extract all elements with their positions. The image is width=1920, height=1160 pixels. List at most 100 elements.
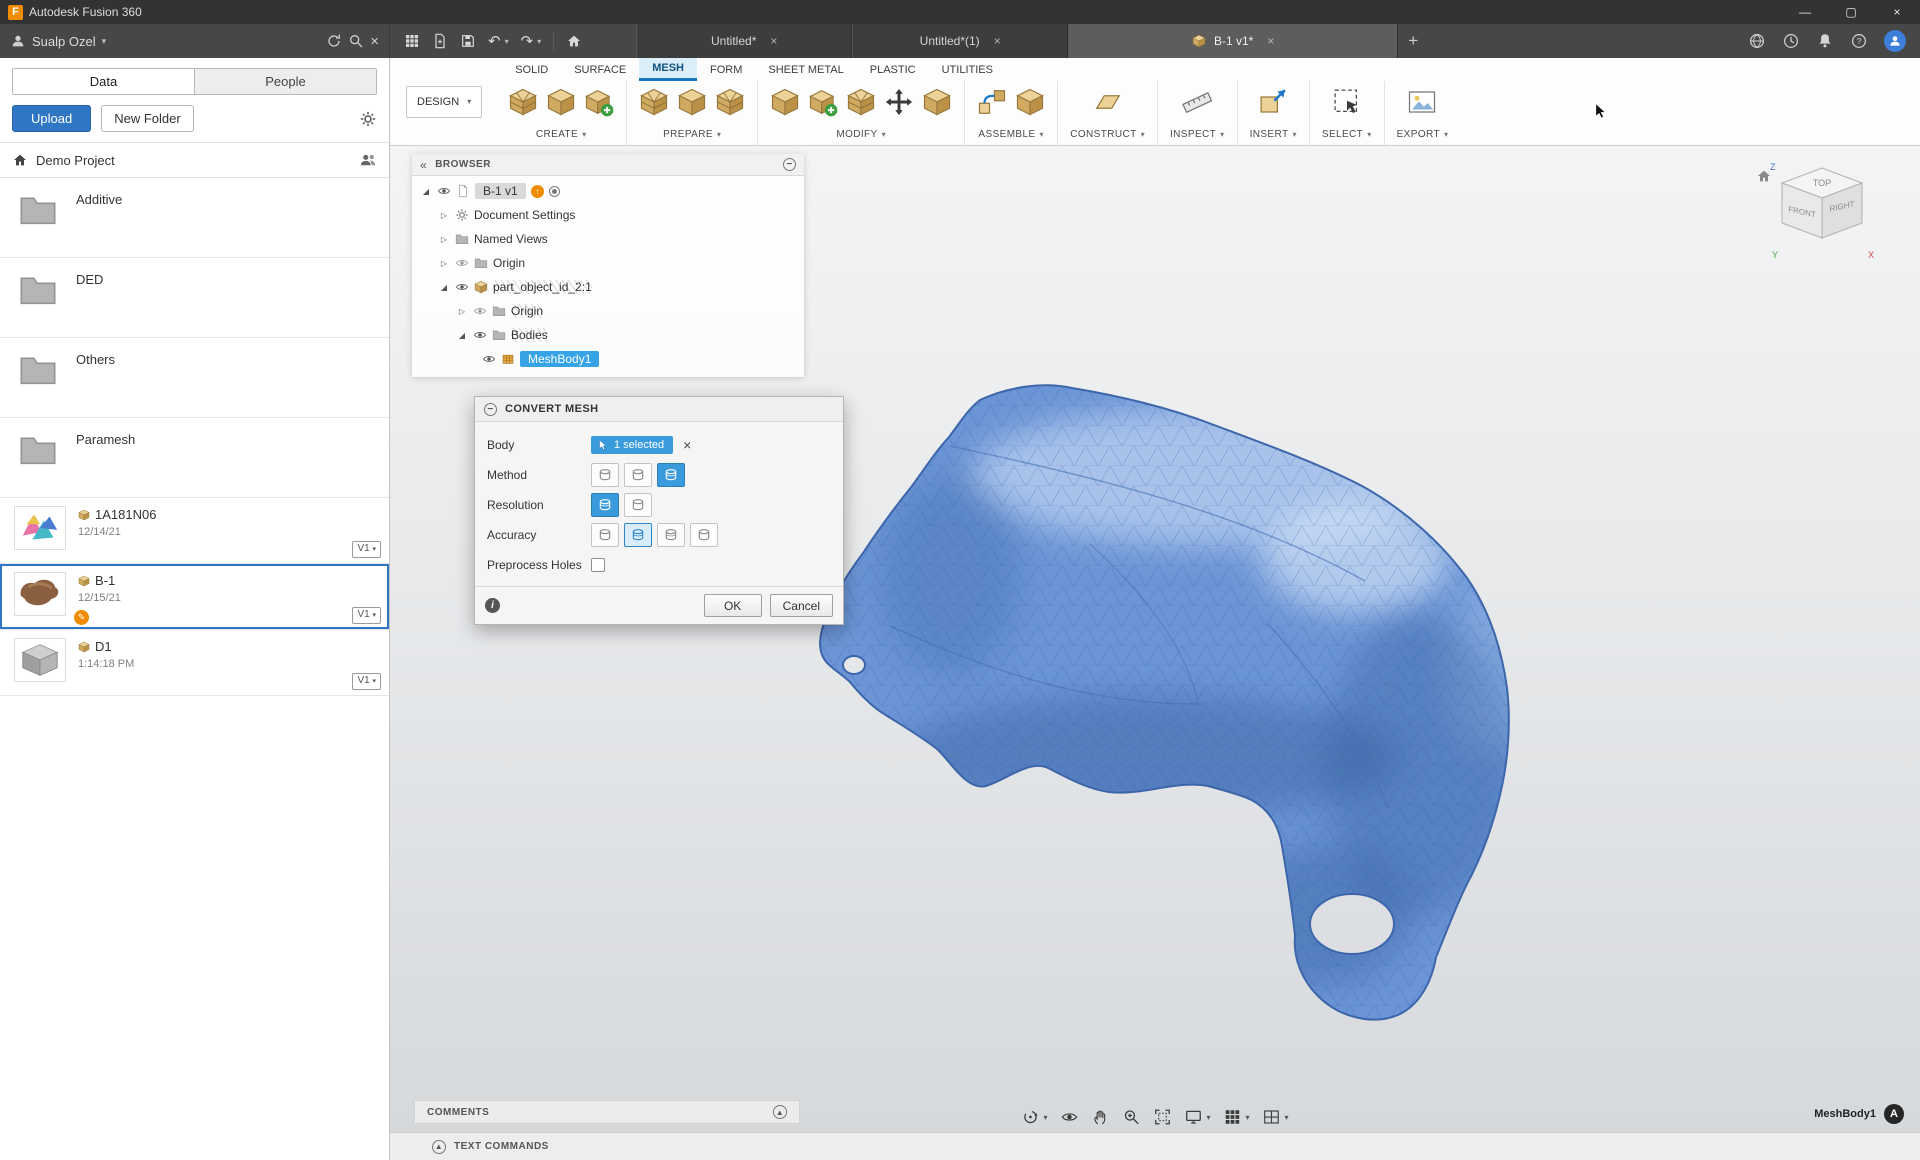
undo-icon[interactable]: ↶ [488, 32, 501, 50]
resolution-option-1-selected[interactable] [591, 493, 619, 517]
viewports-icon[interactable] [1263, 1108, 1281, 1126]
chevron-down-icon[interactable]: ▾ [1043, 1113, 1047, 1122]
tab-surface[interactable]: SURFACE [561, 58, 639, 81]
chevron-down-icon[interactable]: ▾ [1246, 1113, 1250, 1122]
item-row-d1[interactable]: D1 1:14:18 PM V1 ▾ [0, 630, 389, 696]
accuracy-option-3[interactable] [657, 523, 685, 547]
minimize-panel-icon[interactable]: − [783, 158, 796, 171]
accuracy-option-1[interactable] [591, 523, 619, 547]
insert-mesh-icon[interactable] [508, 87, 538, 117]
look-at-icon[interactable] [1060, 1108, 1078, 1126]
clear-selection-icon[interactable]: × [683, 437, 691, 453]
close-tab-icon[interactable]: × [770, 34, 777, 48]
tab-mesh[interactable]: MESH [639, 58, 697, 81]
minimize-button[interactable]: — [1782, 0, 1828, 24]
group-label[interactable]: CONSTRUCT▾ [1070, 129, 1145, 143]
tab-plastic[interactable]: PLASTIC [857, 58, 929, 81]
maximize-button[interactable]: ▢ [1828, 0, 1874, 24]
group-label[interactable]: INSERT▾ [1250, 129, 1297, 143]
doc-tab-b1-active[interactable]: B-1 v1* × [1068, 24, 1398, 58]
orbit-icon[interactable] [1021, 1108, 1039, 1126]
job-status-icon[interactable] [1782, 32, 1800, 50]
viewport-canvas[interactable]: « BROWSER − ◢ B-1 v1 ↑ ▷ [390, 146, 1920, 1132]
redo-icon[interactable]: ↷ [521, 32, 534, 50]
notifications-icon[interactable] [1816, 32, 1834, 50]
version-chip[interactable]: V1 ▾ [352, 673, 381, 690]
expand-icon[interactable]: ◢ [456, 331, 468, 340]
plane-cut-icon[interactable] [846, 87, 876, 117]
expand-icon[interactable]: ▷ [438, 259, 450, 268]
offset-icon[interactable] [922, 87, 952, 117]
upload-button[interactable]: Upload [12, 105, 91, 132]
zoom-icon[interactable] [1122, 1108, 1140, 1126]
activate-component-radio[interactable] [549, 186, 560, 197]
convert-mesh-icon[interactable] [715, 87, 745, 117]
tree-row-meshbody1[interactable]: MeshBody1 [412, 347, 804, 371]
export-icon[interactable] [1407, 87, 1437, 117]
select-tool-icon[interactable] [1332, 87, 1362, 117]
help-icon[interactable] [1850, 32, 1868, 50]
combine-icon[interactable] [808, 87, 838, 117]
version-chip[interactable]: V1 ▾ [352, 541, 381, 558]
close-panel-icon[interactable]: × [370, 33, 379, 50]
view-cube[interactable]: TOP FRONT RIGHT Z X Y [1762, 158, 1882, 268]
tab-people[interactable]: People [195, 69, 376, 94]
expand-icon[interactable]: ▷ [438, 235, 450, 244]
eye-icon[interactable] [482, 352, 496, 366]
eye-icon[interactable] [455, 256, 469, 270]
version-chip[interactable]: V1 ▾ [352, 607, 381, 624]
group-label[interactable]: CREATE▾ [536, 129, 587, 143]
eye-icon[interactable] [473, 304, 487, 318]
dialog-header[interactable]: − CONVERT MESH [475, 397, 843, 422]
item-row-b1-selected[interactable]: B-1 12/15/21 ✎ V1 ▾ [0, 564, 389, 630]
pan-icon[interactable] [1091, 1108, 1109, 1126]
expand-text-commands-icon[interactable]: ▲ [432, 1140, 446, 1154]
home-icon[interactable] [12, 152, 28, 168]
insert-icon[interactable] [1258, 87, 1288, 117]
ok-button[interactable]: OK [704, 594, 762, 617]
preprocess-holes-checkbox[interactable] [591, 558, 605, 572]
expand-icon[interactable]: ◢ [438, 283, 450, 292]
profile-avatar[interactable] [1884, 30, 1906, 52]
chevron-down-icon[interactable]: ▾ [537, 37, 541, 46]
tree-row-named-views[interactable]: ▷ Named Views [412, 227, 804, 251]
eye-icon[interactable] [437, 184, 451, 198]
repair-icon[interactable] [677, 87, 707, 117]
comments-bar[interactable]: COMMENTS ▲ [414, 1100, 800, 1124]
tree-row-bodies[interactable]: ◢ Bodies [412, 323, 804, 347]
tree-row-origin-2[interactable]: ▷ Origin [412, 299, 804, 323]
tree-row-document-settings[interactable]: ▷ Document Settings [412, 203, 804, 227]
group-label[interactable]: EXPORT▾ [1397, 129, 1449, 143]
tree-row-root[interactable]: ◢ B-1 v1 ↑ [412, 179, 804, 203]
joint-icon[interactable] [1015, 87, 1045, 117]
tab-utilities[interactable]: UTILITIES [929, 58, 1006, 81]
close-tab-icon[interactable]: × [994, 34, 1001, 48]
new-tab-button[interactable]: + [1398, 24, 1428, 58]
item-row-1a181n06[interactable]: 1A181N06 12/14/21 V1 ▾ [0, 498, 389, 564]
save-icon[interactable] [460, 33, 476, 49]
home-icon[interactable] [566, 33, 582, 49]
group-label[interactable]: PREPARE▾ [663, 129, 721, 143]
remesh-icon[interactable] [770, 87, 800, 117]
resolution-option-2[interactable] [624, 493, 652, 517]
text-commands-bar[interactable]: ▲ TEXT COMMANDS [390, 1132, 1920, 1160]
search-icon[interactable] [348, 33, 364, 49]
accuracy-option-4[interactable] [690, 523, 718, 547]
chevron-down-icon[interactable]: ▾ [505, 37, 509, 46]
create-mesh-section-icon[interactable] [584, 87, 614, 117]
project-name[interactable]: Demo Project [36, 153, 115, 168]
folder-row-others[interactable]: Others [0, 338, 389, 418]
group-label[interactable]: SELECT▾ [1322, 129, 1372, 143]
doc-tab-untitled-1[interactable]: Untitled*(1) × [852, 24, 1068, 58]
group-label[interactable]: MODIFY▾ [836, 129, 886, 143]
tab-data[interactable]: Data [13, 69, 195, 94]
grid-layout-icon[interactable] [1224, 1108, 1242, 1126]
collapse-panel-icon[interactable]: « [420, 158, 427, 172]
eye-icon[interactable] [455, 280, 469, 294]
expand-comments-icon[interactable]: ▲ [773, 1105, 787, 1119]
accuracy-option-2-selected[interactable] [624, 523, 652, 547]
eye-icon[interactable] [473, 328, 487, 342]
create-mesh-icon[interactable] [546, 87, 576, 117]
doc-tab-untitled[interactable]: Untitled* × [636, 24, 852, 58]
show-data-panel-icon[interactable] [404, 33, 420, 49]
